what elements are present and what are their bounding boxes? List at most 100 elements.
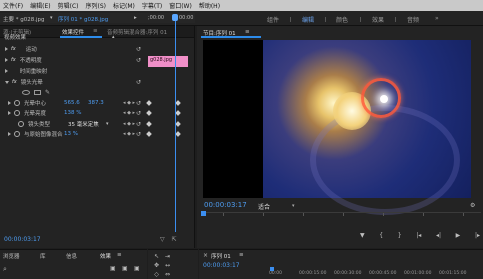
reset-icon[interactable]: ↺	[136, 100, 141, 107]
zoom-fit-select[interactable]: 适合	[258, 202, 270, 211]
menu-edit[interactable]: 编辑(E)	[27, 1, 54, 10]
panel-menu-icon[interactable]: ≡	[117, 252, 122, 258]
stopwatch-icon[interactable]	[14, 100, 20, 106]
tab-libraries[interactable]: 库	[40, 252, 46, 260]
stopwatch-icon[interactable]	[14, 110, 20, 116]
menu-marker[interactable]: 标记(M)	[110, 1, 139, 10]
playhead-handle[interactable]	[172, 14, 178, 21]
reset-icon[interactable]: ↺	[136, 57, 141, 64]
effect-row-motion[interactable]: fx 运动 ↺	[0, 44, 147, 54]
blend-value[interactable]: 13 %	[64, 131, 78, 137]
32bit-effects-icon[interactable]: ▣	[122, 265, 128, 272]
expand-triangle-icon[interactable]	[5, 58, 8, 62]
lens-type-select[interactable]: 35 毫米定焦	[68, 120, 106, 128]
playhead-line[interactable]	[175, 21, 176, 232]
menu-clip[interactable]: 剪辑(C)	[55, 1, 83, 10]
clip-bar[interactable]: g028.jpg	[148, 56, 188, 67]
workspace-audio[interactable]: 音频	[407, 15, 419, 24]
reset-icon[interactable]: ↺	[136, 46, 141, 53]
step-forward-icon[interactable]: |▸	[475, 232, 480, 242]
param-row-flare-center[interactable]: 光晕中心 565.6 387.3 ◂ ◆ ▸ ↺	[0, 98, 147, 108]
expand-triangle-icon[interactable]	[8, 101, 11, 105]
param-row-flare-brightness[interactable]: 光晕亮度 138 % ◂ ◆ ▸ ↺	[0, 108, 147, 118]
tab-info[interactable]: 信息	[66, 252, 77, 260]
workspace-color[interactable]: 颜色	[336, 15, 348, 24]
menu-file[interactable]: 文件(F)	[0, 1, 27, 10]
mark-out-icon[interactable]: }	[398, 232, 402, 242]
selection-tool-icon[interactable]: ↖	[153, 253, 160, 260]
rectangle-mask-icon[interactable]	[34, 89, 41, 95]
step-back-icon[interactable]: ◂|	[436, 232, 441, 242]
effect-controls-timecode[interactable]: 00:00:03:17	[4, 236, 41, 243]
mark-in-icon[interactable]: {	[379, 232, 383, 242]
keyframe-nav-icon[interactable]: ◂ ◆ ▸	[123, 110, 135, 116]
menu-help[interactable]: 帮助(H)	[196, 1, 224, 10]
master-clip-label[interactable]: 主要 * g028.jpg	[3, 15, 45, 23]
flare-center-x[interactable]: 565.6	[64, 100, 88, 106]
flare-brightness-value[interactable]: 138 %	[64, 110, 81, 116]
fx-icon[interactable]: fx	[11, 57, 16, 63]
ellipse-mask-icon[interactable]	[22, 89, 30, 95]
workspace-more-icon[interactable]: »	[435, 15, 439, 22]
fx-icon[interactable]: fx	[11, 46, 16, 52]
effect-row-time-remap[interactable]: fx 时间重映射	[0, 66, 147, 76]
go-to-in-icon[interactable]: |◂	[416, 232, 421, 242]
workspace-effects[interactable]: 效果	[372, 15, 384, 24]
collapse-triangle-icon[interactable]	[5, 80, 9, 84]
effect-timeline-ruler[interactable]: ;00:00 00:00	[147, 13, 195, 23]
tab-sequence-01[interactable]: 序列 01	[211, 252, 231, 260]
panel-menu-icon[interactable]: ≡	[245, 29, 250, 35]
expand-triangle-icon[interactable]	[8, 111, 11, 115]
play-icon[interactable]: ▶	[456, 232, 461, 242]
razor-tool-icon[interactable]: ◇	[153, 271, 160, 278]
export-icon[interactable]: ⇱	[172, 236, 177, 243]
expand-triangle-icon[interactable]	[8, 132, 11, 136]
flare-center-y[interactable]: 387.3	[88, 100, 104, 106]
chevron-up-icon[interactable]: ▴	[112, 34, 115, 40]
reset-icon[interactable]: ↺	[136, 110, 141, 117]
fx-icon[interactable]: fx	[12, 79, 17, 85]
stopwatch-icon[interactable]	[18, 121, 24, 127]
param-row-blend-original[interactable]: 与原始图像混合 13 % ◂ ◆ ▸ ↺	[0, 129, 147, 139]
wrench-icon[interactable]: ⚙	[470, 202, 475, 209]
timeline-playhead[interactable]	[270, 267, 274, 271]
sequence-clip-label[interactable]: 序列 01 * g028.jpg	[58, 15, 108, 23]
yuv-effects-icon[interactable]: ▣	[134, 265, 140, 272]
track-select-tool-icon[interactable]: ⇥	[164, 253, 171, 260]
close-icon[interactable]: ×	[203, 252, 208, 259]
accelerated-effects-icon[interactable]: ▣	[110, 265, 116, 272]
slip-tool-icon[interactable]: ⇔	[164, 271, 171, 278]
keyframe-nav-icon[interactable]: ◂ ◆ ▸	[123, 100, 135, 106]
param-row-lens-type[interactable]: 镜头类型 35 毫米定焦 ▾ ◂ ◆ ▸ ↺	[0, 119, 147, 129]
rate-stretch-tool-icon[interactable]: ↔	[164, 262, 171, 269]
chevron-down-icon[interactable]: ▾	[292, 203, 295, 209]
filter-icon[interactable]: ▽	[160, 236, 165, 243]
keyframe-nav-icon[interactable]: ◂ ◆ ▸	[123, 131, 135, 137]
panel-menu-icon[interactable]: ≡	[239, 252, 244, 258]
monitor-timecode[interactable]: 00:00:03:17	[204, 201, 247, 209]
pen-mask-icon[interactable]: ✎	[45, 89, 50, 96]
ripple-edit-tool-icon[interactable]: ✥	[153, 262, 160, 269]
expand-triangle-icon[interactable]	[5, 69, 8, 73]
effect-row-opacity[interactable]: fx 不透明度 ↺	[0, 55, 147, 65]
menu-title[interactable]: 字幕(T)	[139, 1, 166, 10]
stopwatch-icon[interactable]	[14, 131, 20, 137]
tab-media-browser[interactable]: 浏览器	[3, 252, 20, 260]
search-icon[interactable]: ⌕	[3, 265, 7, 274]
workspace-editing[interactable]: 编辑	[302, 15, 314, 24]
chevron-down-icon[interactable]: ▾	[106, 121, 109, 127]
reset-icon[interactable]: ↺	[136, 121, 141, 128]
effect-row-lens-flare[interactable]: fx 镜头光晕 ↺	[0, 77, 147, 87]
expand-triangle-icon[interactable]	[5, 47, 8, 51]
chevron-down-icon[interactable]: ▾	[50, 15, 53, 21]
timeline-timecode[interactable]: 00:00:03:17	[203, 262, 240, 269]
monitor-playhead[interactable]	[201, 211, 206, 216]
reset-icon[interactable]: ↺	[136, 131, 141, 138]
reset-icon[interactable]: ↺	[136, 79, 141, 86]
tab-effects[interactable]: 效果	[100, 252, 111, 260]
workspace-assembly[interactable]: 组件	[267, 15, 279, 24]
menu-window[interactable]: 窗口(W)	[166, 1, 196, 10]
add-marker-icon[interactable]: ▼	[360, 232, 365, 242]
keyframe-nav-icon[interactable]: ◂ ◆ ▸	[123, 121, 135, 127]
menu-sequence[interactable]: 序列(S)	[83, 1, 111, 10]
